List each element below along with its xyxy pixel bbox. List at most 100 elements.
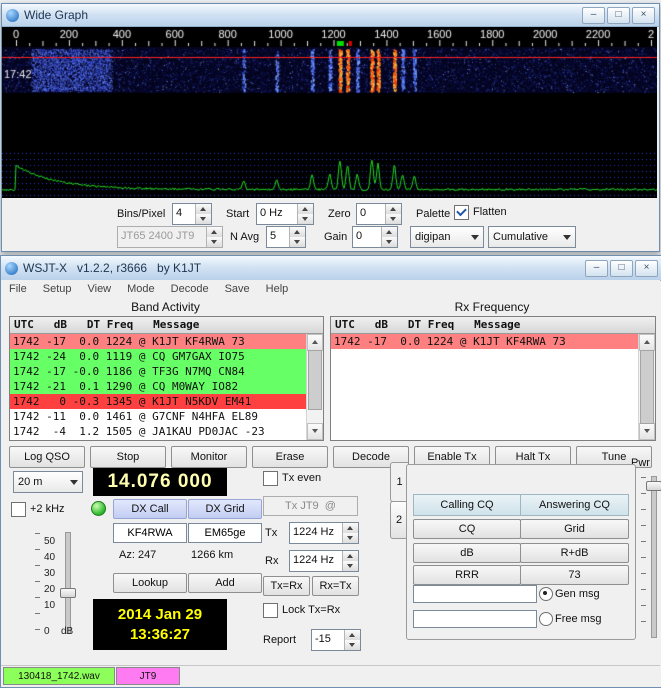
- rx-eq-tx-button[interactable]: Rx=Tx: [312, 576, 359, 596]
- stop-button[interactable]: Stop: [90, 446, 166, 468]
- db-scale-label: 50: [44, 536, 56, 547]
- band-activity-scrollbar[interactable]: [306, 334, 323, 440]
- pwr-slider[interactable]: [651, 476, 657, 638]
- pwr-slider-handle[interactable]: [646, 481, 661, 491]
- tx-freq-spinbox[interactable]: 1224 Hz: [289, 522, 359, 544]
- add-button[interactable]: Add: [188, 573, 262, 593]
- main-titlebar[interactable]: WSJT-X v1.2.2, r3666 by K1JT – □ ×: [1, 256, 661, 281]
- wide-graph-titlebar[interactable]: Wide Graph – □ ×: [2, 4, 659, 27]
- rx-frequency-title: Rx Frequency: [454, 300, 530, 314]
- minimize-icon[interactable]: –: [585, 259, 608, 277]
- menu-decode[interactable]: Decode: [163, 280, 217, 298]
- wide-graph-controls: Bins/Pixel 4 Start 0 Hz Zero 0 Palette F…: [2, 198, 657, 249]
- db-scale-label: 10: [44, 600, 56, 611]
- scroll-down-icon[interactable]: [639, 423, 655, 440]
- jt65-jt9-split-spinbox: JT65 2400 JT9: [117, 226, 223, 248]
- spinner-arrows-icon[interactable]: [344, 630, 360, 650]
- flatten-checkbox[interactable]: Flatten: [454, 204, 507, 220]
- decode-row[interactable]: 1742 -17 0.0 1224 @ K1JT KF4RWA 73: [10, 334, 307, 349]
- spinner-arrows-icon[interactable]: [289, 227, 305, 247]
- audio-level-slider[interactable]: [65, 532, 71, 634]
- r-db-message-button[interactable]: R+dB: [520, 543, 629, 563]
- wide-graph-app-icon: [6, 8, 19, 22]
- main-window: WSJT-X v1.2.2, r3666 by K1JT – □ × File …: [0, 255, 661, 688]
- band-combo[interactable]: 20 m: [13, 471, 83, 493]
- decode-row[interactable]: 1742 -11 0.0 1461 @ G7CNF N4HFA EL89: [10, 409, 307, 424]
- lock-tx-rx-checkbox[interactable]: Lock Tx=Rx: [263, 602, 340, 618]
- menu-view[interactable]: View: [79, 280, 119, 298]
- rx-status-led-icon: [91, 501, 106, 516]
- grid-message-button[interactable]: Grid: [520, 519, 629, 539]
- zero-spinbox[interactable]: 0: [356, 203, 402, 225]
- start-value: 0 Hz: [260, 207, 283, 219]
- rx-freq-spinbox[interactable]: 1224 Hz: [289, 550, 359, 572]
- menu-save[interactable]: Save: [217, 280, 258, 298]
- scroll-up-icon[interactable]: [639, 334, 655, 351]
- erase-button[interactable]: Erase: [252, 446, 328, 468]
- decode-row[interactable]: 1742 -17 -0.0 1186 @ TF3G N7MQ CN84: [10, 364, 307, 379]
- spinner-arrows-icon[interactable]: [342, 523, 358, 543]
- close-icon[interactable]: ×: [635, 259, 658, 277]
- checkbox-box: [263, 470, 278, 486]
- band-activity-panel: UTC dB DT Freq Message 1742 -17 0.0 1224…: [9, 316, 324, 441]
- 73-message-button[interactable]: 73: [520, 565, 629, 585]
- spinner-arrows-icon[interactable]: [195, 204, 211, 224]
- bins-pixel-spinbox[interactable]: 4: [172, 203, 212, 225]
- start-spinbox[interactable]: 0 Hz: [256, 203, 314, 225]
- scroll-down-icon[interactable]: [307, 423, 323, 440]
- db-message-button[interactable]: dB: [413, 543, 521, 563]
- log-qso-button[interactable]: Log QSO: [9, 446, 85, 468]
- dx-grid-input[interactable]: [188, 523, 262, 543]
- menu-help[interactable]: Help: [258, 280, 297, 298]
- free-msg-radio[interactable]: [539, 612, 553, 626]
- waterfall-canvas[interactable]: [2, 27, 657, 199]
- decode-row[interactable]: 1742 -24 0.0 1119 @ CQ GM7GAX IO75: [10, 349, 307, 364]
- bins-pixel-label: Bins/Pixel: [117, 208, 166, 220]
- monitor-button[interactable]: Monitor: [171, 446, 247, 468]
- checkbox-box: [11, 501, 26, 517]
- menu-setup[interactable]: Setup: [35, 280, 80, 298]
- minimize-icon[interactable]: –: [582, 6, 605, 24]
- decode-row[interactable]: 1742 0 -0.3 1345 @ K1JT N5KDV EM41: [10, 394, 307, 409]
- answering-cq-header: Answering CQ: [520, 494, 629, 516]
- tx-even-checkbox[interactable]: Tx even: [263, 470, 321, 486]
- dx-grid-button[interactable]: DX Grid: [188, 499, 262, 519]
- cq-message-button[interactable]: CQ: [413, 519, 521, 539]
- spinner-arrows-icon[interactable]: [381, 227, 397, 247]
- menu-mode[interactable]: Mode: [119, 280, 163, 298]
- tx-eq-rx-button[interactable]: Tx=Rx: [263, 576, 310, 596]
- gain-spinbox[interactable]: 0: [352, 226, 398, 248]
- palette-combo[interactable]: digipan: [410, 226, 484, 248]
- maximize-icon[interactable]: □: [607, 6, 630, 24]
- chevron-down-icon: [559, 234, 575, 240]
- scrollbar-thumb[interactable]: [308, 350, 322, 410]
- rx-frequency-panel: UTC dB DT Freq Message 1742 -17 0.0 1224…: [330, 316, 656, 441]
- dx-call-button[interactable]: DX Call: [113, 499, 187, 519]
- spinner-arrows-icon[interactable]: [342, 551, 358, 571]
- menu-file[interactable]: File: [1, 280, 35, 298]
- close-icon[interactable]: ×: [632, 6, 655, 24]
- scroll-up-icon[interactable]: [307, 334, 323, 351]
- tab-2[interactable]: 2: [390, 501, 407, 539]
- spinner-arrows-icon[interactable]: [385, 204, 401, 224]
- band-activity-list: 1742 -17 0.0 1224 @ K1JT KF4RWA 73 1742 …: [10, 334, 307, 440]
- decode-row[interactable]: 1742 -4 1.2 1505 @ JA1KAU PD0JAC -23: [10, 424, 307, 439]
- display-mode-combo[interactable]: Cumulative: [488, 226, 576, 248]
- gain-label: Gain: [324, 231, 348, 243]
- dx-call-input[interactable]: [113, 523, 187, 543]
- rx-frequency-scrollbar[interactable]: [638, 334, 655, 440]
- spinner-arrows-icon[interactable]: [297, 204, 313, 224]
- lookup-button[interactable]: Lookup: [113, 573, 187, 593]
- decode-row[interactable]: 1742 -21 0.1 1290 @ CQ M0WAY IO82: [10, 379, 307, 394]
- report-spinbox[interactable]: -15: [311, 629, 361, 651]
- gen-msg-radio[interactable]: [539, 587, 553, 601]
- plus-2khz-checkbox[interactable]: +2 kHz: [11, 501, 65, 517]
- rrr-message-button[interactable]: RRR: [413, 565, 521, 585]
- gen-msg-input[interactable]: [413, 585, 537, 603]
- decode-row[interactable]: 1742 -17 0.0 1224 @ K1JT KF4RWA 73: [331, 334, 639, 349]
- free-msg-input[interactable]: [413, 610, 537, 628]
- audio-level-slider-handle[interactable]: [60, 588, 76, 598]
- maximize-icon[interactable]: □: [610, 259, 633, 277]
- n-avg-spinbox[interactable]: 5: [266, 226, 306, 248]
- scrollbar-thumb[interactable]: [640, 350, 654, 424]
